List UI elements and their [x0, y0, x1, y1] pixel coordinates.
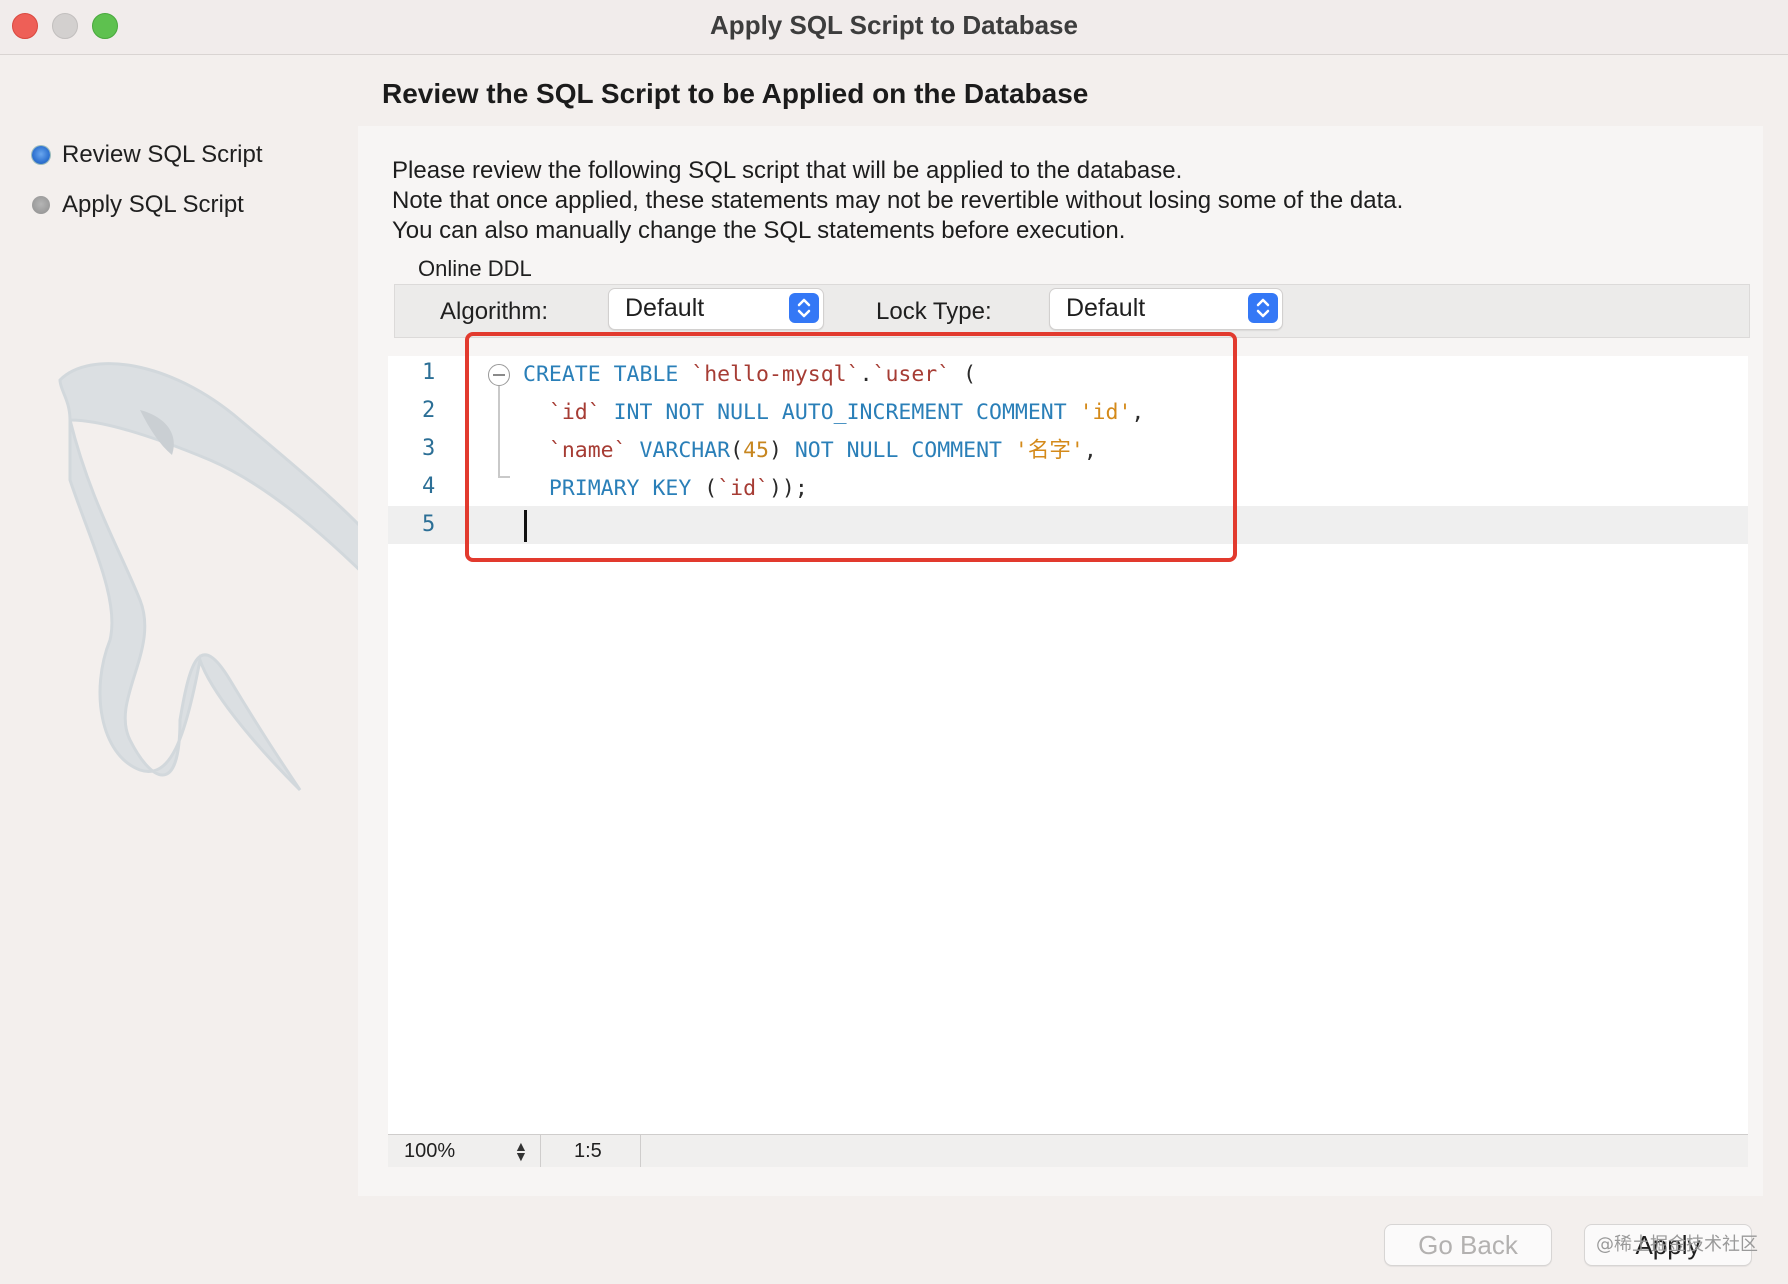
status-divider: [540, 1135, 541, 1167]
window-title: Apply SQL Script to Database: [710, 10, 1078, 40]
description-line: Please review the following SQL script t…: [392, 157, 1183, 184]
online-ddl-label: Online DDL: [418, 256, 532, 281]
algorithm-value: Default: [625, 294, 705, 322]
page-title: Review the SQL Script to be Applied on t…: [382, 78, 1089, 109]
description-line: You can also manually change the SQL sta…: [392, 217, 1126, 244]
step-apply-sql-script: Apply SQL Script: [32, 180, 263, 230]
description: Please review the following SQL script t…: [392, 156, 1403, 246]
editor-status-bar: 100% ▲ ▼ 1:5: [388, 1134, 1748, 1167]
annotation-highlight-box: [465, 332, 1237, 562]
wizard-steps: Review SQL Script Apply SQL Script: [32, 130, 263, 230]
algorithm-label: Algorithm:: [440, 298, 549, 325]
chevron-updown-icon: [1248, 293, 1278, 323]
algorithm-select[interactable]: Default: [608, 288, 824, 330]
line-number: 4: [422, 474, 436, 499]
description-line: Note that once applied, these statements…: [392, 187, 1404, 214]
watermark: @稀土掘金技术社区: [1596, 1234, 1758, 1255]
line-number: 3: [422, 436, 436, 461]
cursor-position: 1:5: [574, 1140, 602, 1162]
line-number: 5: [422, 512, 436, 537]
chevron-updown-icon: [789, 293, 819, 323]
step-label: Apply SQL Script: [62, 191, 244, 218]
lock-type-value: Default: [1066, 294, 1146, 322]
go-back-button[interactable]: Go Back: [1384, 1224, 1552, 1266]
inactive-step-icon: [32, 196, 50, 214]
line-number: 2: [422, 398, 436, 423]
step-label: Review SQL Script: [62, 141, 263, 168]
lock-type-select[interactable]: Default: [1049, 288, 1283, 330]
zoom-stepper-icon[interactable]: ▲ ▼: [514, 1139, 528, 1163]
mysql-dolphin-logo-icon: [58, 362, 390, 792]
step-review-sql-script: Review SQL Script: [32, 130, 263, 180]
active-step-icon: [32, 146, 50, 164]
lock-type-label: Lock Type:: [876, 298, 992, 325]
line-number: 1: [422, 360, 436, 385]
zoom-level[interactable]: 100%: [404, 1140, 455, 1163]
status-divider: [640, 1135, 641, 1167]
title-bar: Apply SQL Script to Database: [0, 0, 1788, 55]
